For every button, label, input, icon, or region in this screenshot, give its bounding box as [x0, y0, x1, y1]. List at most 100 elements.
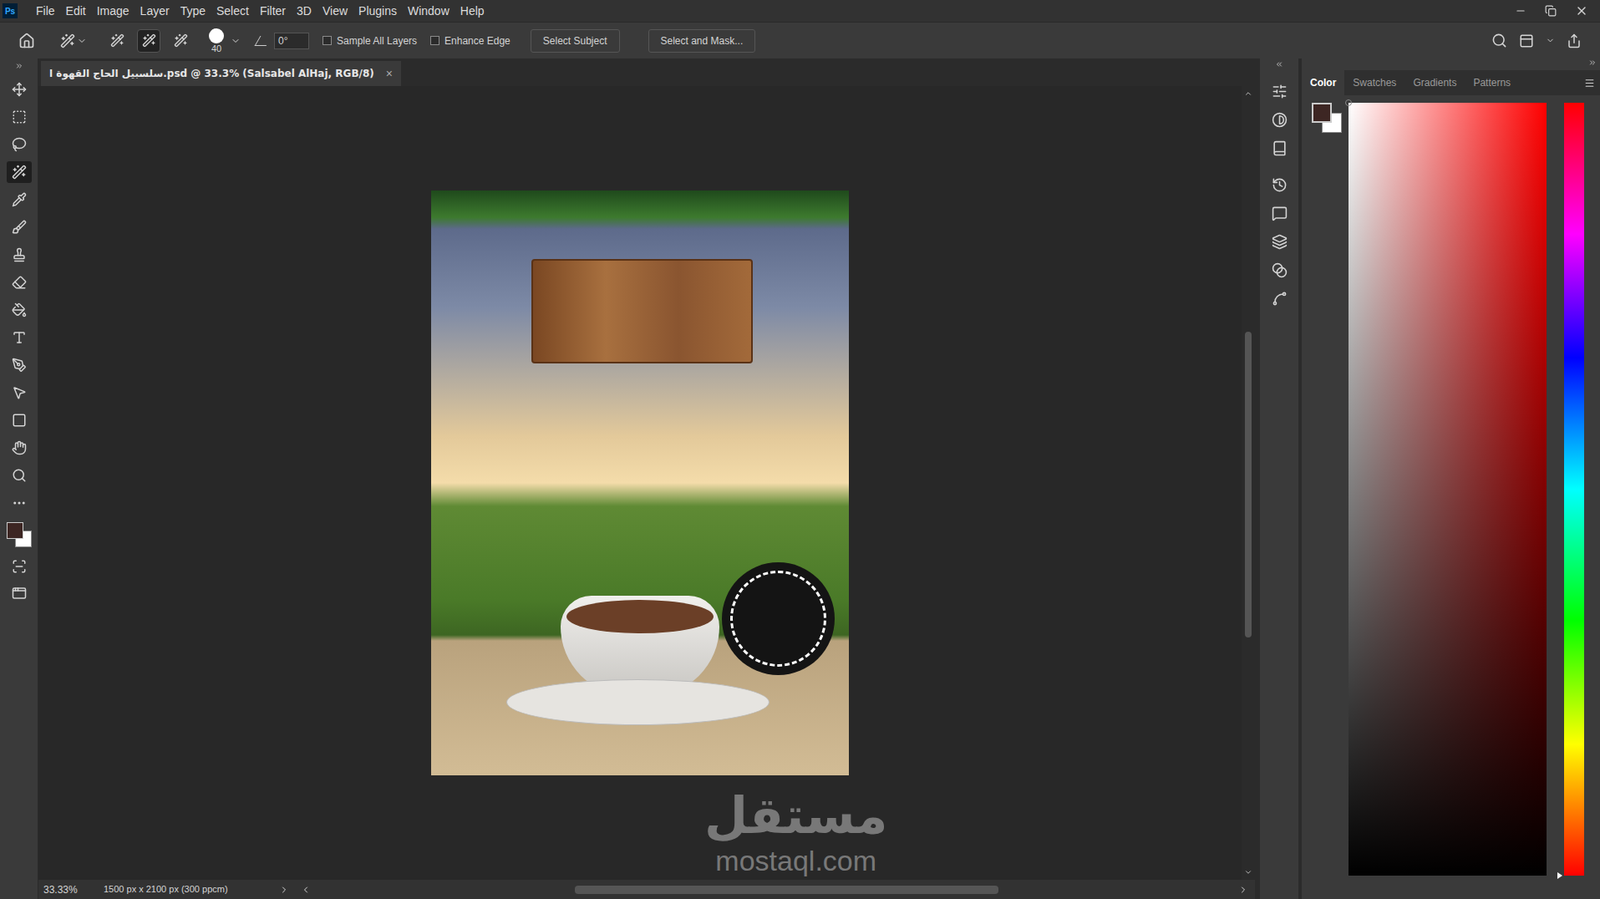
tool-button[interactable] [6, 409, 32, 432]
menu-item[interactable]: File [30, 2, 61, 21]
quick-selection-icon [110, 33, 125, 48]
expand-toolbar-icon[interactable] [15, 61, 24, 71]
option-checkbox[interactable]: Sample All Layers [322, 33, 417, 49]
preset-dropdown-icon[interactable] [76, 35, 87, 46]
home-icon[interactable] [18, 32, 36, 50]
minimize-icon[interactable] [1514, 5, 1527, 17]
panel-tabs: ColorSwatchesGradientsPatterns [1301, 70, 1600, 96]
selection-mode-button[interactable] [105, 29, 129, 53]
angle-field[interactable]: 0° [274, 32, 310, 50]
zoom-level[interactable]: 33.33% [38, 882, 91, 898]
collapse-icon[interactable] [1274, 60, 1284, 69]
scroll-up-icon[interactable] [1244, 89, 1253, 98]
selection-mode-button[interactable] [168, 29, 193, 53]
options-bar: 40 0° Sample All Layers Enhance Edge Select … [0, 21, 1600, 59]
hue-slider[interactable] [1564, 102, 1585, 876]
menu-item[interactable]: Plugins [353, 2, 402, 21]
tool-icon [11, 412, 27, 428]
panel-menu-icon[interactable] [1584, 77, 1595, 89]
tool-button[interactable] [6, 133, 32, 156]
tool-button[interactable] [6, 354, 32, 376]
tool-button[interactable] [6, 436, 32, 459]
panel-swatches[interactable] [1311, 102, 1346, 137]
tool-icon [11, 247, 27, 263]
tool-icon [11, 109, 27, 125]
scroll-down-icon[interactable] [1244, 868, 1253, 877]
scroll-left-icon[interactable] [300, 884, 311, 895]
tool-button[interactable] [6, 216, 32, 239]
checkbox-box[interactable] [430, 35, 440, 46]
canvas-area[interactable]: مستقلmostaql.com [38, 86, 1242, 880]
option-button[interactable]: Select Subject [530, 29, 620, 53]
brush-size[interactable]: 40 [208, 28, 224, 54]
tool-button[interactable] [6, 78, 32, 101]
workspace-icon[interactable] [1518, 33, 1534, 49]
panel-tab[interactable]: Gradients [1404, 70, 1465, 96]
scroll-thumb[interactable] [1244, 331, 1252, 638]
panel-icon[interactable] [1271, 140, 1288, 157]
foreground-swatch[interactable] [1311, 102, 1332, 123]
tool-preset-icon[interactable] [60, 33, 76, 49]
ps-logo[interactable]: Ps [2, 3, 18, 19]
collapse-panel-icon[interactable] [1588, 58, 1597, 67]
document-tab-bar: سلسبيل الحاج القهوة ا.psd @ 33.3% (Salsa… [38, 58, 1255, 87]
tool-button[interactable] [6, 299, 32, 321]
document-tab[interactable]: سلسبيل الحاج القهوة ا.psd @ 33.3% (Salsa… [40, 60, 402, 87]
menu-item[interactable]: Window [402, 2, 455, 21]
workspace-dropdown-icon[interactable] [1545, 35, 1555, 46]
selection-mode-button[interactable] [137, 29, 161, 53]
vertical-scrollbar[interactable] [1241, 86, 1255, 880]
panel-icon[interactable] [1271, 83, 1288, 100]
tab-close[interactable]: × [386, 65, 393, 83]
menu-item[interactable]: View [317, 2, 353, 21]
share-icon[interactable] [1566, 33, 1582, 49]
foreground-swatch[interactable] [6, 522, 24, 539]
doc-info-menu-icon[interactable] [279, 884, 290, 895]
panel-tab[interactable]: Patterns [1464, 70, 1519, 96]
menu-item[interactable]: Layer [135, 2, 175, 21]
menu-item[interactable]: Edit [60, 2, 92, 21]
option-button[interactable]: Select and Mask... [648, 29, 757, 53]
checkbox-box[interactable] [322, 35, 332, 46]
tool-button[interactable] [6, 326, 32, 349]
restore-icon[interactable] [1544, 5, 1557, 17]
panel-tab[interactable]: Swatches [1344, 70, 1405, 96]
close-window-icon[interactable] [1574, 4, 1589, 18]
option-checkbox[interactable]: Enhance Edge [430, 33, 511, 49]
menu-item[interactable]: Filter [254, 2, 291, 21]
panel-icon[interactable] [1271, 290, 1288, 307]
menu-item[interactable]: Image [91, 2, 135, 21]
brush-dropdown-icon[interactable] [230, 35, 241, 46]
tool-button[interactable] [6, 381, 32, 404]
tool-button[interactable] [6, 492, 32, 514]
tool-button[interactable] [6, 188, 32, 211]
tool-icon [11, 219, 27, 235]
menu-item[interactable]: Help [455, 2, 490, 21]
tool-button[interactable] [6, 243, 32, 266]
tool-button[interactable] [6, 464, 32, 487]
quick-mask-icon[interactable] [11, 558, 27, 574]
tool-button[interactable] [6, 106, 32, 128]
panel-tab[interactable]: Color [1301, 70, 1345, 96]
tool-button[interactable] [6, 271, 32, 294]
scroll-right-icon[interactable] [1238, 884, 1249, 895]
tool-icon [11, 357, 27, 373]
horizontal-scroll-thumb[interactable] [574, 885, 999, 894]
panel-icon[interactable] [1271, 262, 1288, 279]
color-picker-marker[interactable] [1345, 99, 1352, 107]
search-icon[interactable] [1491, 32, 1508, 49]
doc-info[interactable]: 1500 px x 2100 px (300 ppcm) [103, 882, 280, 897]
panel-icon[interactable] [1271, 111, 1288, 128]
document-image[interactable] [431, 190, 849, 776]
tool-button[interactable] [6, 161, 32, 183]
menu-item[interactable]: Type [175, 2, 211, 21]
hue-marker[interactable] [1557, 872, 1563, 879]
panel-icon[interactable] [1271, 177, 1288, 194]
menu-item[interactable]: 3D [291, 2, 317, 21]
color-field[interactable] [1348, 102, 1547, 876]
panel-icon[interactable] [1271, 205, 1288, 222]
menu-item[interactable]: Select [211, 2, 254, 21]
panel-icon[interactable] [1271, 233, 1288, 250]
color-swatches[interactable] [6, 522, 32, 548]
screen-mode-icon[interactable] [11, 585, 27, 601]
